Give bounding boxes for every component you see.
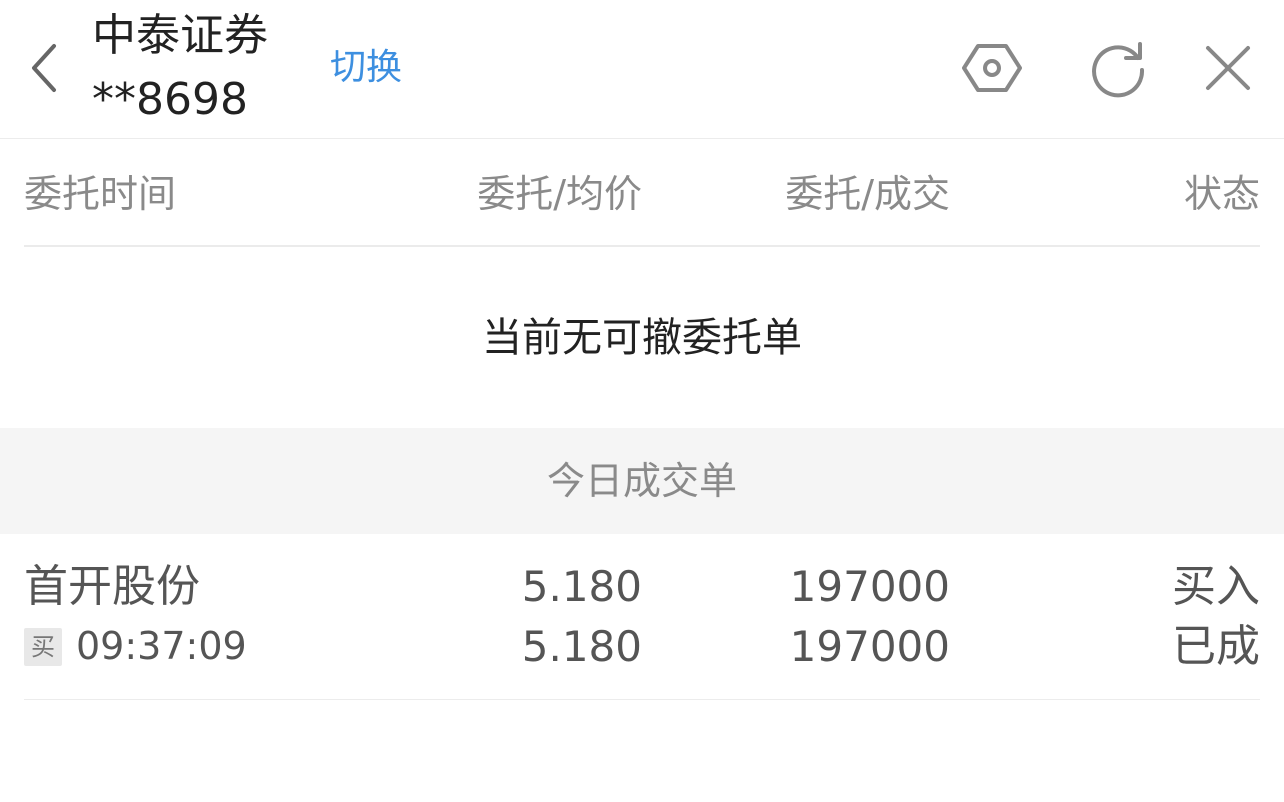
filled-quantity: 197000 bbox=[789, 622, 950, 671]
trade-direction: 买入 bbox=[1172, 561, 1260, 612]
side-badge: 买 bbox=[24, 628, 62, 666]
table-row[interactable]: 首开股份 买 09:37:09 5.180 5.180 197000 19700… bbox=[24, 535, 1260, 700]
trade-status: 已成 bbox=[1172, 621, 1260, 672]
close-icon bbox=[1206, 46, 1250, 90]
settings-button[interactable] bbox=[960, 36, 1024, 100]
account-number: **8698 bbox=[92, 74, 248, 125]
app-root: 中泰证券 **8698 切换 委托时间 委托/均价 委托/成交 状态 当前无可撤… bbox=[0, 0, 1284, 802]
refresh-button[interactable] bbox=[1086, 36, 1150, 100]
back-button[interactable] bbox=[22, 38, 70, 98]
refresh-icon bbox=[1092, 42, 1145, 98]
section-title: 今日成交单 bbox=[546, 459, 737, 503]
column-quantity: 委托/成交 bbox=[785, 172, 950, 216]
back-icon bbox=[32, 44, 56, 92]
broker-name: 中泰证券 bbox=[92, 10, 268, 61]
order-price: 5.180 bbox=[521, 562, 642, 611]
column-price: 委托/均价 bbox=[477, 172, 642, 216]
trade-time: 09:37:09 bbox=[76, 624, 247, 668]
empty-pending-message: 当前无可撤委托单 bbox=[482, 315, 802, 361]
today-trades-section-header: 今日成交单 bbox=[0, 428, 1284, 534]
stock-name: 首开股份 bbox=[24, 561, 200, 612]
column-header: 委托时间 委托/均价 委托/成交 状态 bbox=[24, 139, 1260, 247]
average-price: 5.180 bbox=[521, 622, 642, 671]
switch-account-button[interactable]: 切换 bbox=[330, 44, 402, 92]
top-bar: 中泰证券 **8698 切换 bbox=[0, 0, 1284, 139]
close-button[interactable] bbox=[1196, 36, 1260, 100]
settings-hexagon-icon bbox=[962, 44, 1022, 92]
order-quantity: 197000 bbox=[789, 562, 950, 611]
column-status: 状态 bbox=[1183, 172, 1260, 216]
column-time: 委托时间 bbox=[24, 172, 177, 216]
